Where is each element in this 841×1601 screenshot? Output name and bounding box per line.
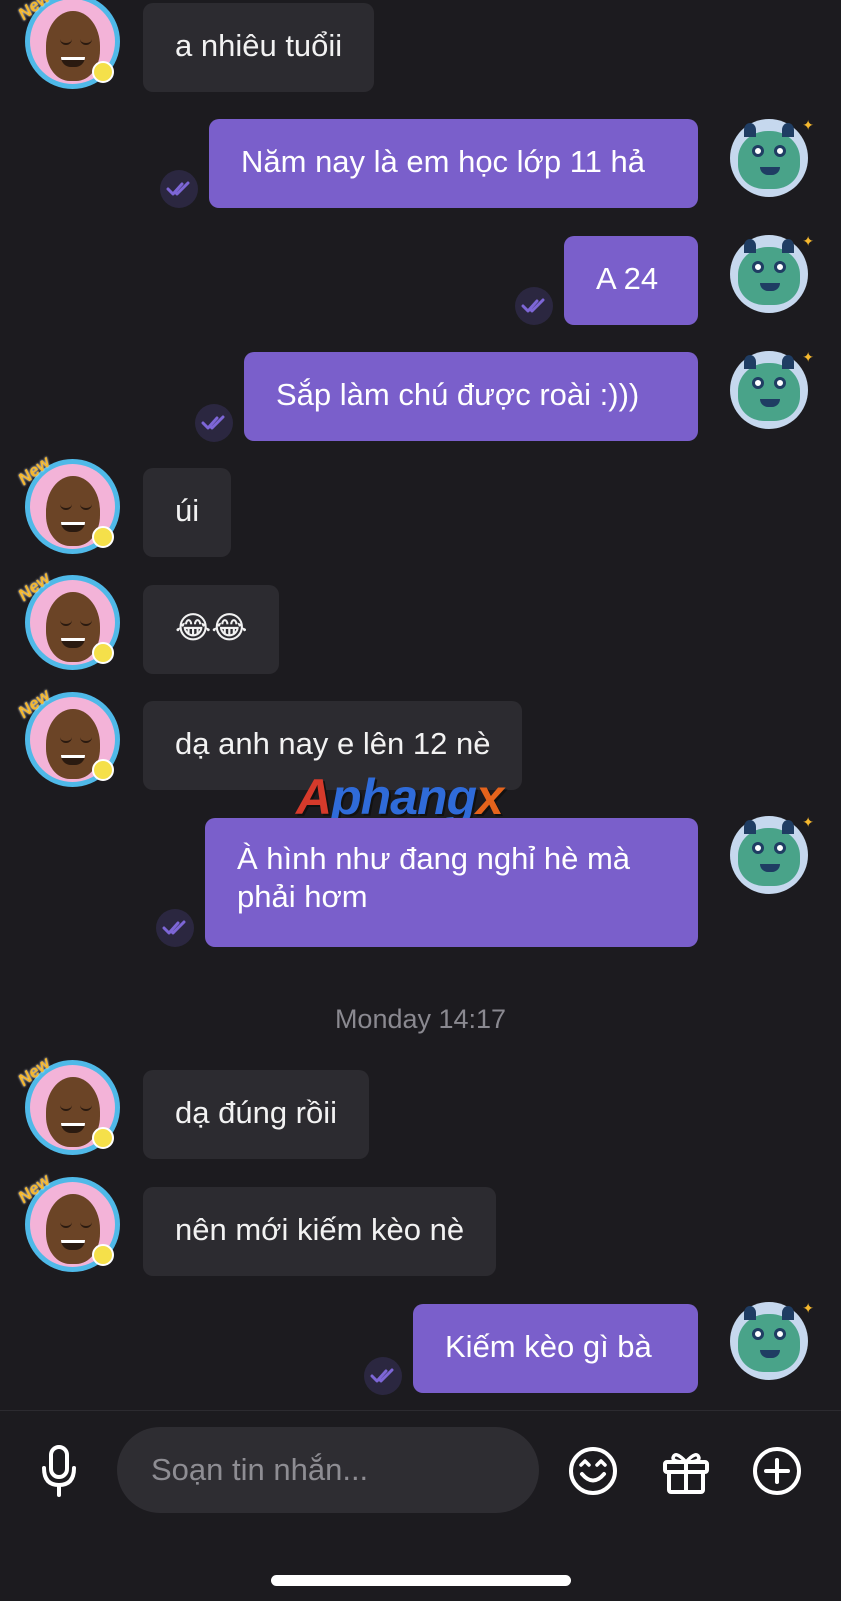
contact-avatar[interactable]: New xyxy=(15,0,120,89)
message-bubble[interactable]: úi xyxy=(143,468,232,557)
message-bubble[interactable]: a nhiêu tuổii xyxy=(143,3,375,92)
composer-bar xyxy=(0,1410,841,1601)
contact-avatar[interactable]: New xyxy=(15,1053,120,1155)
read-receipt-icon xyxy=(160,170,198,208)
contact-avatar[interactable]: New xyxy=(15,685,120,787)
plus-icon[interactable] xyxy=(750,1444,804,1498)
read-receipt-icon xyxy=(515,287,553,325)
date-separator: Monday 14:17 xyxy=(334,1004,507,1034)
read-receipt-icon xyxy=(364,1357,402,1395)
message-bubble[interactable]: dạ đúng rồii xyxy=(143,1070,370,1159)
microphone-icon[interactable] xyxy=(34,1441,84,1501)
contact-avatar[interactable]: New xyxy=(15,1170,120,1272)
emoji-icon[interactable] xyxy=(566,1444,620,1498)
user-avatar[interactable]: ✦ xyxy=(730,1300,814,1380)
message-bubble[interactable]: Năm nay là em học lớp 11 hả xyxy=(209,119,698,208)
read-receipt-icon xyxy=(156,909,194,947)
user-avatar[interactable]: ✦ xyxy=(730,233,814,313)
user-avatar[interactable]: ✦ xyxy=(730,814,814,894)
message-bubble[interactable]: 😂😂 xyxy=(143,585,280,674)
message-bubble[interactable]: A 24 xyxy=(564,236,698,325)
message-bubble[interactable]: À hình như đang nghỉ hè mà phải hơm xyxy=(205,818,698,947)
message-bubble[interactable]: Kiếm kèo gì bà xyxy=(413,1304,698,1393)
user-avatar[interactable]: ✦ xyxy=(730,349,814,429)
read-receipt-icon xyxy=(195,404,233,442)
chat-thread[interactable]: New a nhiêu tuổii Năm nay là em học lớp … xyxy=(0,0,841,1410)
home-indicator xyxy=(271,1575,571,1586)
gift-icon[interactable] xyxy=(659,1444,713,1498)
message-bubble[interactable]: Sắp làm chú được roài :))) xyxy=(244,352,698,441)
message-bubble[interactable]: nên mới kiếm kèo nè xyxy=(143,1187,497,1276)
user-avatar[interactable]: ✦ xyxy=(730,117,814,197)
message-input[interactable] xyxy=(117,1427,539,1513)
contact-avatar[interactable]: New xyxy=(15,568,120,670)
contact-avatar[interactable]: New xyxy=(15,452,120,554)
